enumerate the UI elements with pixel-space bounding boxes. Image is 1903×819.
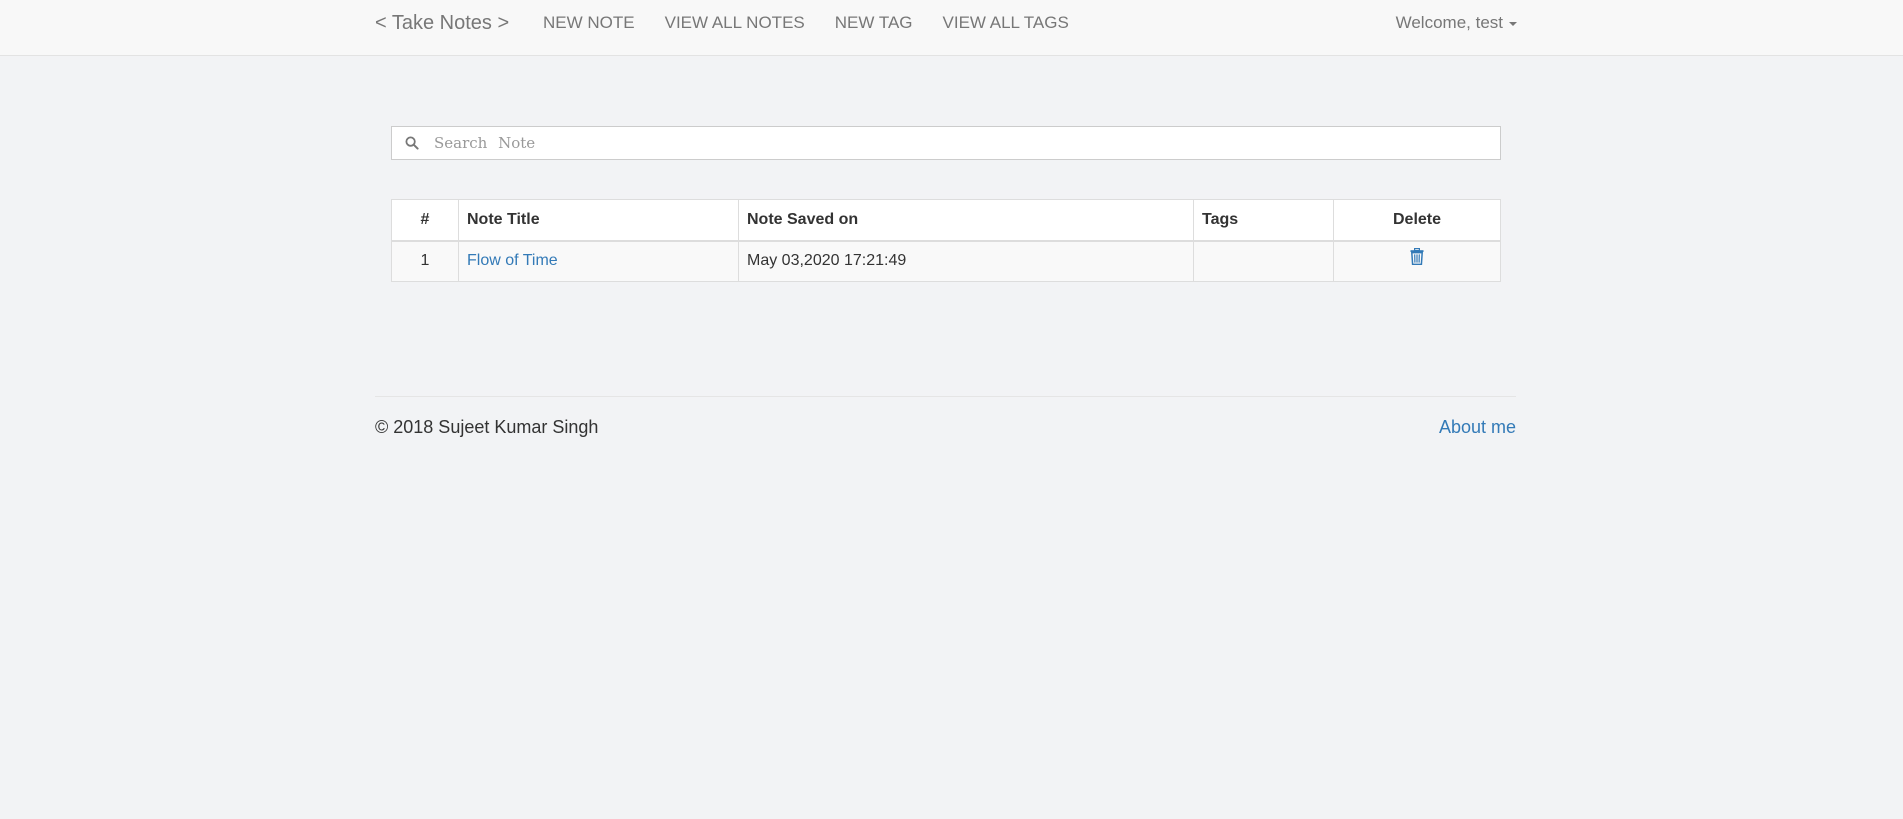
user-menu-label: Welcome, test xyxy=(1395,13,1503,32)
caret-down-icon xyxy=(1509,22,1517,26)
row-index: 1 xyxy=(391,240,459,282)
navbar: < Take Notes > NEW NOTE VIEW ALL NOTES N… xyxy=(0,0,1903,56)
nav-link-view-all-notes[interactable]: VIEW ALL NOTES xyxy=(650,13,820,33)
about-me-link[interactable]: About me xyxy=(1439,417,1516,438)
notes-table: # Note Title Note Saved on Tags Delete 1… xyxy=(391,199,1501,282)
row-saved-on: May 03,2020 17:21:49 xyxy=(738,240,1194,282)
column-header-index: # xyxy=(391,199,459,242)
row-title-cell: Flow of Time xyxy=(458,240,739,282)
note-title-link[interactable]: Flow of Time xyxy=(467,252,558,269)
search-input[interactable] xyxy=(432,127,1500,159)
nav-links: NEW NOTE VIEW ALL NOTES NEW TAG VIEW ALL… xyxy=(528,0,1084,46)
row-delete-cell xyxy=(1333,240,1501,282)
copyright-text: © 2018 Sujeet Kumar Singh xyxy=(375,417,599,437)
nav-link-new-note[interactable]: NEW NOTE xyxy=(528,13,650,33)
table-header-row: # Note Title Note Saved on Tags Delete xyxy=(391,199,1501,242)
column-header-saved-on: Note Saved on xyxy=(738,199,1194,242)
footer-divider xyxy=(375,396,1516,397)
user-menu-dropdown[interactable]: Welcome, test xyxy=(1396,0,1517,46)
trash-icon[interactable] xyxy=(1410,247,1424,270)
nav-link-view-all-tags[interactable]: VIEW ALL TAGS xyxy=(928,13,1084,33)
table-row: 1 Flow of Time May 03,2020 17:21:49 xyxy=(391,240,1501,282)
brand-link[interactable]: < Take Notes > xyxy=(375,12,509,35)
column-header-title: Note Title xyxy=(458,199,739,242)
search-box xyxy=(391,126,1501,160)
column-header-delete: Delete xyxy=(1333,199,1501,242)
nav-link-new-tag[interactable]: NEW TAG xyxy=(820,13,928,33)
column-header-tags: Tags xyxy=(1193,199,1334,242)
search-icon xyxy=(392,127,432,159)
row-tags xyxy=(1193,240,1334,282)
